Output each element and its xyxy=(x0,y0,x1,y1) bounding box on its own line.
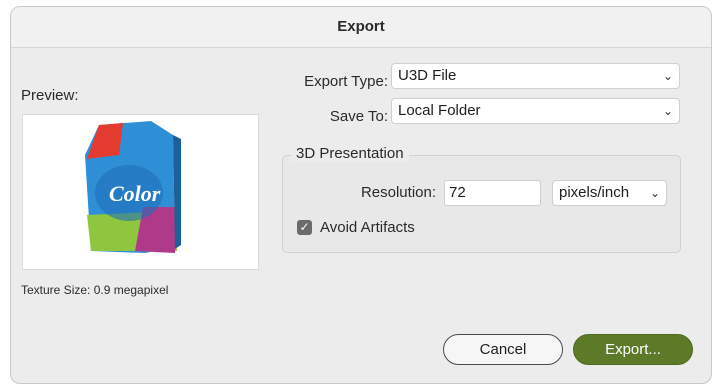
dialog-title: Export xyxy=(11,7,711,48)
avoid-artifacts-label: Avoid Artifacts xyxy=(320,219,415,236)
chevron-down-icon: ⌄ xyxy=(662,104,673,118)
texture-size-label: Texture Size: 0.9 megapixel xyxy=(21,283,169,297)
export-type-select[interactable]: U3D File ⌄ xyxy=(391,63,680,89)
product-pouch-image: Color xyxy=(85,121,181,253)
resolution-unit-select[interactable]: pixels/inch ⌄ xyxy=(552,180,667,206)
preview-label: Preview: xyxy=(21,87,79,104)
save-to-value: Local Folder xyxy=(398,102,481,119)
presentation-group-title: 3D Presentation xyxy=(291,145,409,162)
product-logo-text: Color xyxy=(109,181,161,206)
avoid-artifacts-checkbox[interactable]: ✓ xyxy=(297,220,312,235)
chevron-down-icon: ⌄ xyxy=(649,186,660,200)
export-type-value: U3D File xyxy=(398,67,457,84)
chevron-down-icon: ⌄ xyxy=(662,69,673,83)
export-type-label: Export Type: xyxy=(304,73,388,90)
resolution-input[interactable]: 72 xyxy=(444,180,541,206)
export-button[interactable]: Export... xyxy=(573,334,693,365)
checkmark-icon: ✓ xyxy=(299,220,310,234)
resolution-label: Resolution: xyxy=(360,184,436,201)
resolution-unit-value: pixels/inch xyxy=(559,184,630,201)
preview-image: Color xyxy=(22,114,259,270)
save-to-select[interactable]: Local Folder ⌄ xyxy=(391,98,680,124)
save-to-label: Save To: xyxy=(329,108,388,125)
cancel-button[interactable]: Cancel xyxy=(443,334,563,365)
